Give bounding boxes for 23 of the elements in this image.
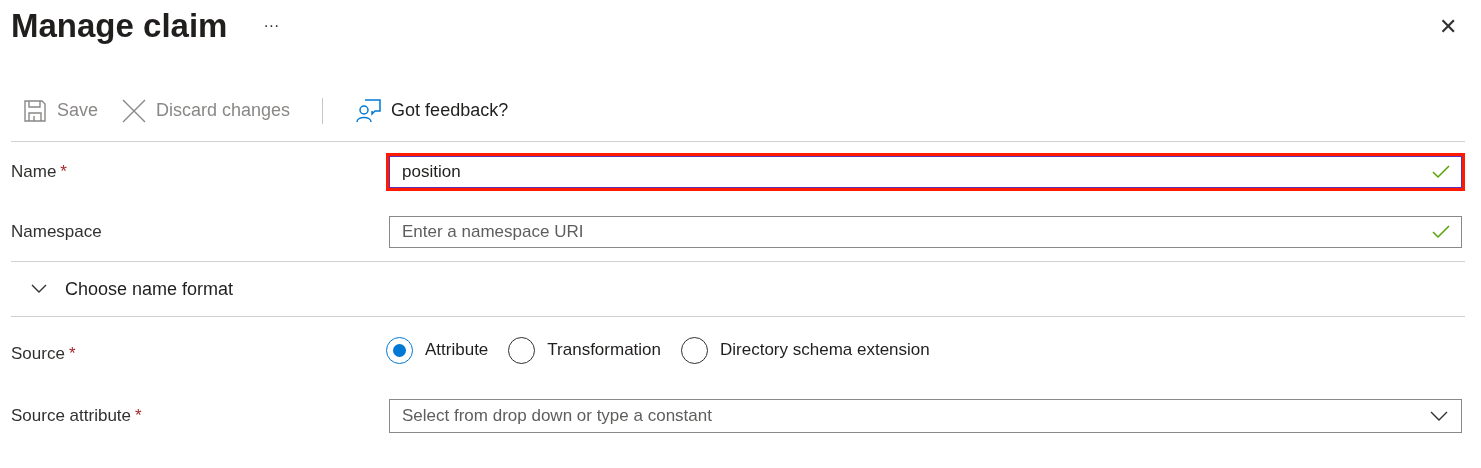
feedback-button[interactable]: Got feedback? bbox=[343, 92, 521, 129]
chevron-icon bbox=[1430, 411, 1448, 421]
dropdown-field[interactable]: Select from drop down or type a constant bbox=[389, 399, 1462, 433]
radio-option[interactable]: Attribute bbox=[386, 336, 489, 364]
text-field[interactable]: Enter a namespace URI bbox=[389, 216, 1462, 248]
feedback-icon bbox=[355, 98, 382, 123]
radio-option[interactable]: Directory schema extension bbox=[681, 336, 930, 364]
field-label: Source attribute bbox=[11, 405, 131, 428]
required-mark: * bbox=[60, 161, 67, 184]
radio-option[interactable]: Transformation bbox=[508, 336, 661, 364]
field-label: Name bbox=[11, 161, 57, 184]
section-toggle[interactable]: Choose name format bbox=[11, 275, 234, 303]
field-label: Source bbox=[11, 343, 65, 366]
more-button[interactable]: ··· bbox=[263, 14, 280, 38]
chevron-icon bbox=[31, 284, 47, 294]
page-title: Manage claim bbox=[11, 6, 228, 47]
required-mark: * bbox=[135, 405, 142, 428]
save-icon bbox=[23, 98, 47, 123]
close-button[interactable]: ✕ bbox=[1439, 9, 1457, 43]
close-icon bbox=[122, 98, 147, 123]
field-label: Namespace bbox=[11, 221, 102, 244]
required-mark: * bbox=[68, 343, 76, 366]
text-field[interactable]: position bbox=[389, 156, 1462, 188]
